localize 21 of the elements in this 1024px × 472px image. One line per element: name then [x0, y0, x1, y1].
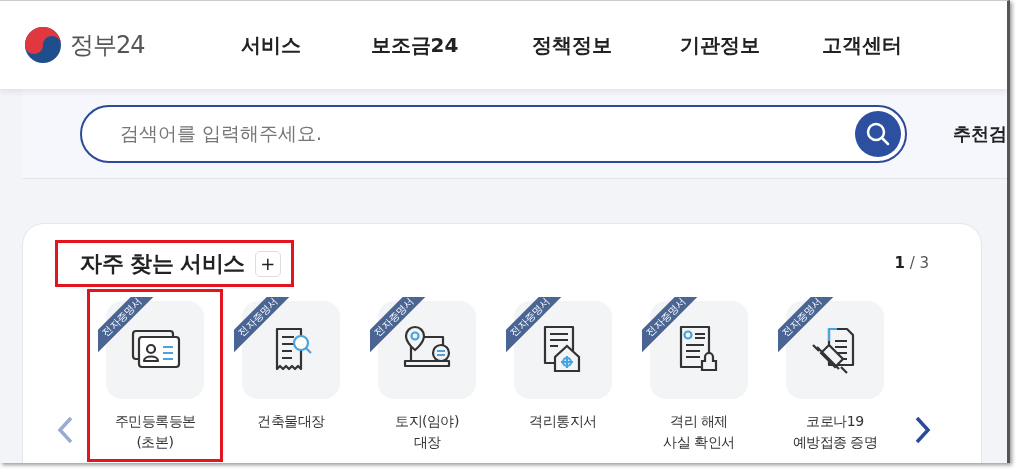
service-label[interactable]: 주민등록등본 (초본) — [114, 411, 196, 453]
service-label[interactable]: 토지(임야) 대장 — [395, 411, 459, 453]
nav-link[interactable]: 정책정보 — [532, 30, 613, 60]
search-input[interactable]: 검색어를 입력해주세요. — [118, 118, 855, 149]
nav-link[interactable]: 기관정보 — [680, 30, 761, 60]
search-icon — [865, 120, 891, 147]
service-label[interactable]: 격리통지서 — [529, 411, 597, 432]
logo-icon — [24, 26, 62, 64]
search-field[interactable]: 검색어를 입력해주세요. — [80, 104, 907, 163]
section-title: 자주 찾는 서비스 — [80, 250, 245, 278]
logo-text[interactable]: 정부24 — [70, 27, 145, 63]
nav-link[interactable]: 고객센터 — [822, 30, 903, 60]
nav-link[interactable]: 서비스 — [240, 30, 301, 60]
search-button[interactable] — [855, 110, 901, 157]
service-label[interactable]: 건축물대장 — [257, 411, 325, 432]
add-button[interactable]: + — [254, 250, 281, 277]
recommended-search-label: 추천검 — [953, 122, 1007, 146]
service-label[interactable]: 격리 해제 사실 확인서 — [663, 411, 735, 453]
service-label[interactable]: 코로나19 예방접종 증명 — [792, 411, 878, 453]
page-indicator: 1 / 3 — [894, 253, 929, 275]
nav-link[interactable]: 보조금24 — [370, 30, 459, 60]
